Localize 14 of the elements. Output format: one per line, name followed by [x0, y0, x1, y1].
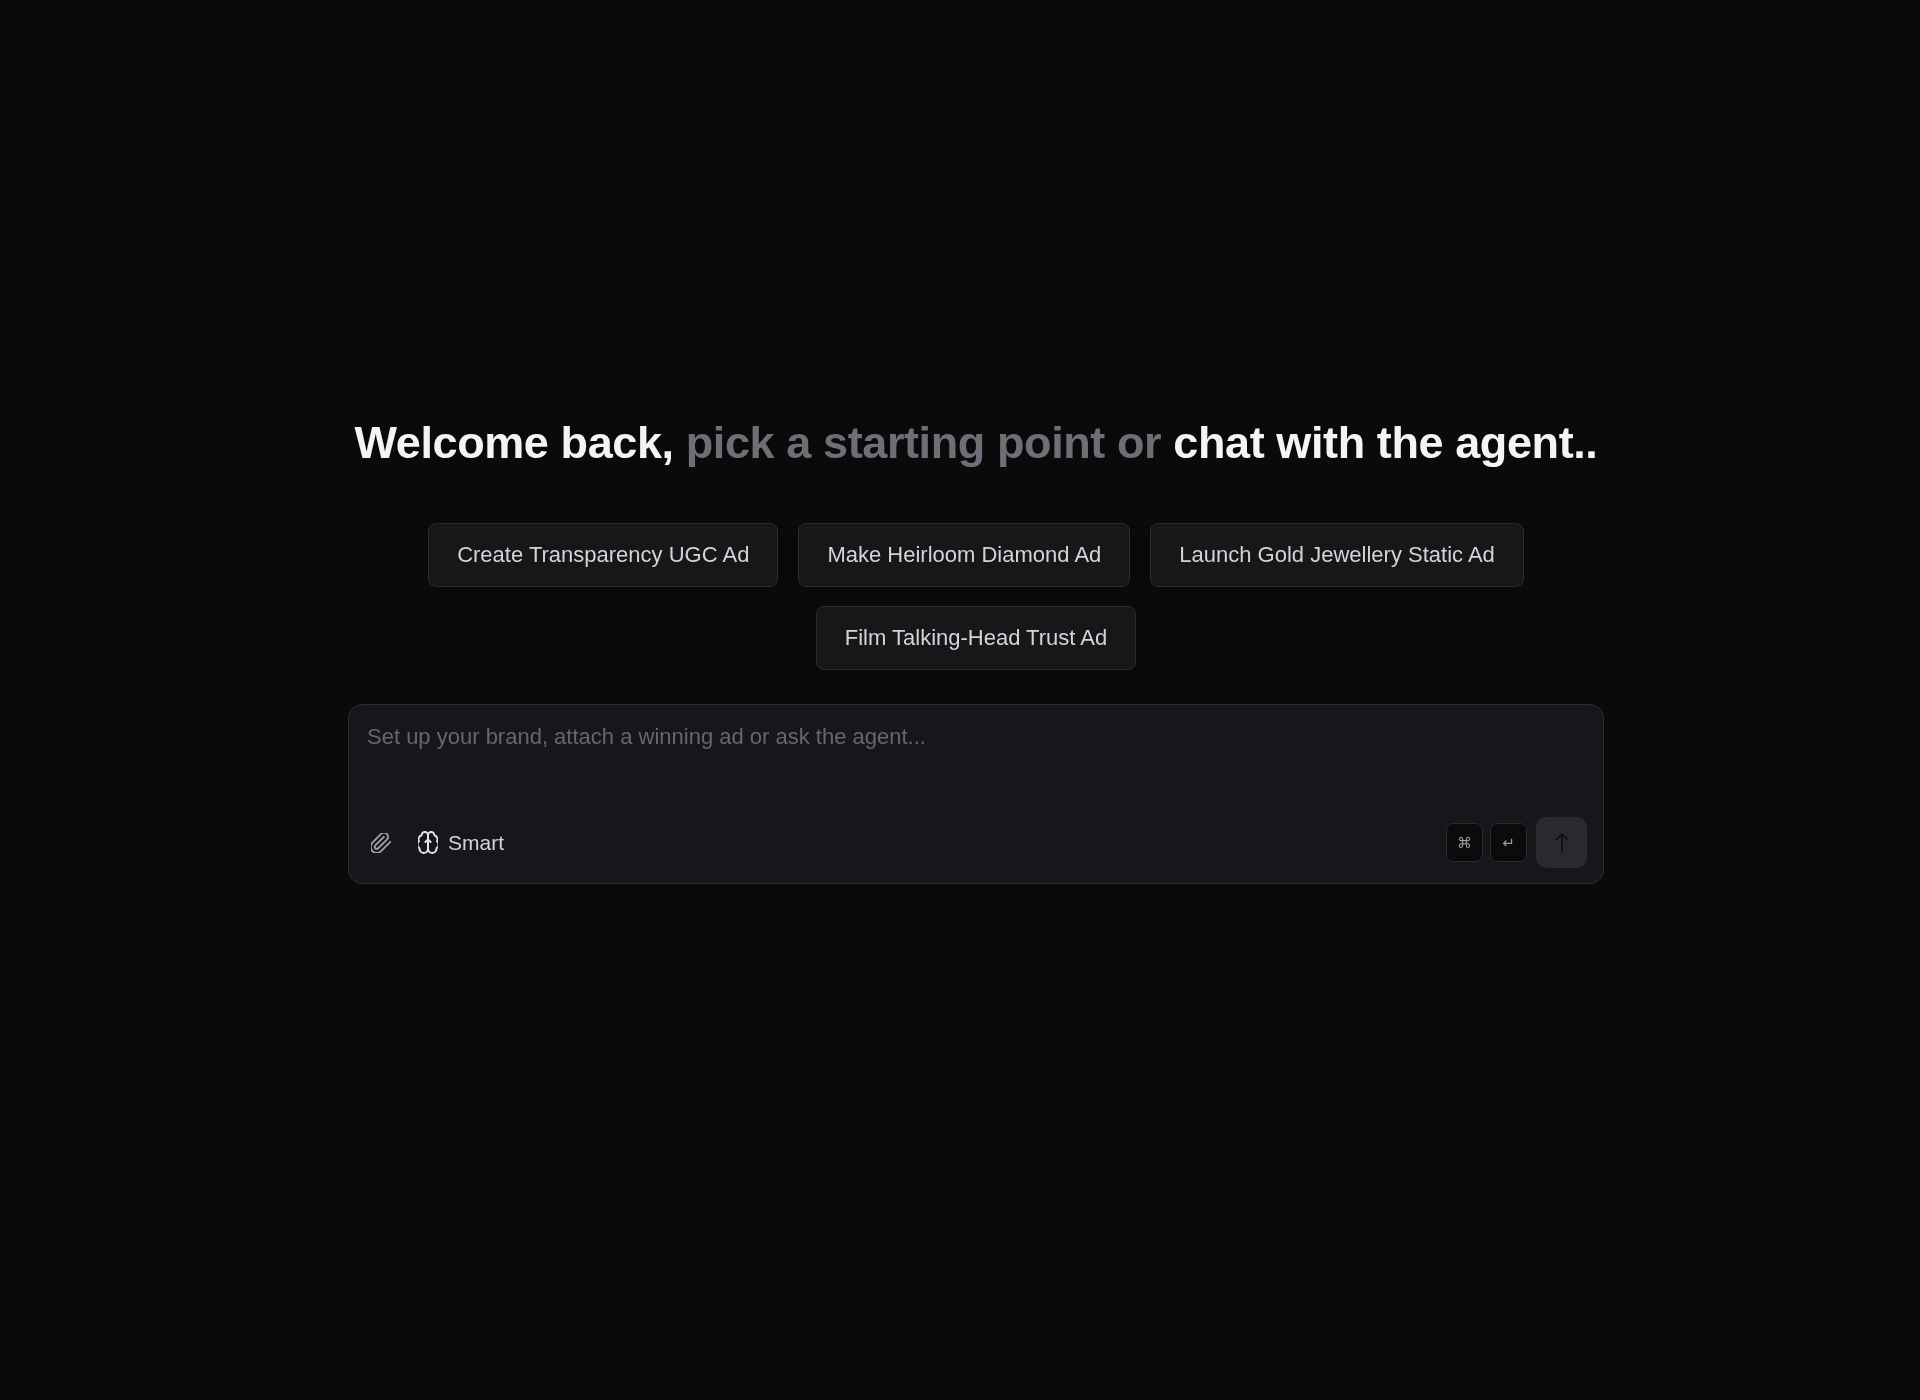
- shortcut-key: ⌘: [1446, 823, 1483, 862]
- attach-button[interactable]: [371, 832, 391, 853]
- welcome-heading: Welcome back, pick a starting point or chat with the agent..: [354, 416, 1598, 470]
- mode-button[interactable]: Smart: [418, 830, 504, 855]
- paperclip-icon: [371, 832, 391, 853]
- suggestion-button[interactable]: Make Heirloom Diamond Ad: [798, 523, 1131, 587]
- suggestion-button[interactable]: Create Transparency UGC Ad: [428, 523, 779, 587]
- suggestion-button[interactable]: Film Talking-Head Trust Ad: [815, 606, 1137, 670]
- suggestion-button[interactable]: Launch Gold Jewellery Static Ad: [1150, 523, 1524, 587]
- brain-icon: [418, 831, 438, 854]
- message-input[interactable]: Set up your brand, attach a winning ad or ask the agent...: [367, 722, 1587, 814]
- arrow-up-icon: [1554, 833, 1569, 852]
- composer-field[interactable]: Set up your brand, attach a winning ad or ask the agent... Smart ⌘ ↵: [348, 704, 1604, 884]
- shortcut-key: ↵: [1490, 823, 1527, 862]
